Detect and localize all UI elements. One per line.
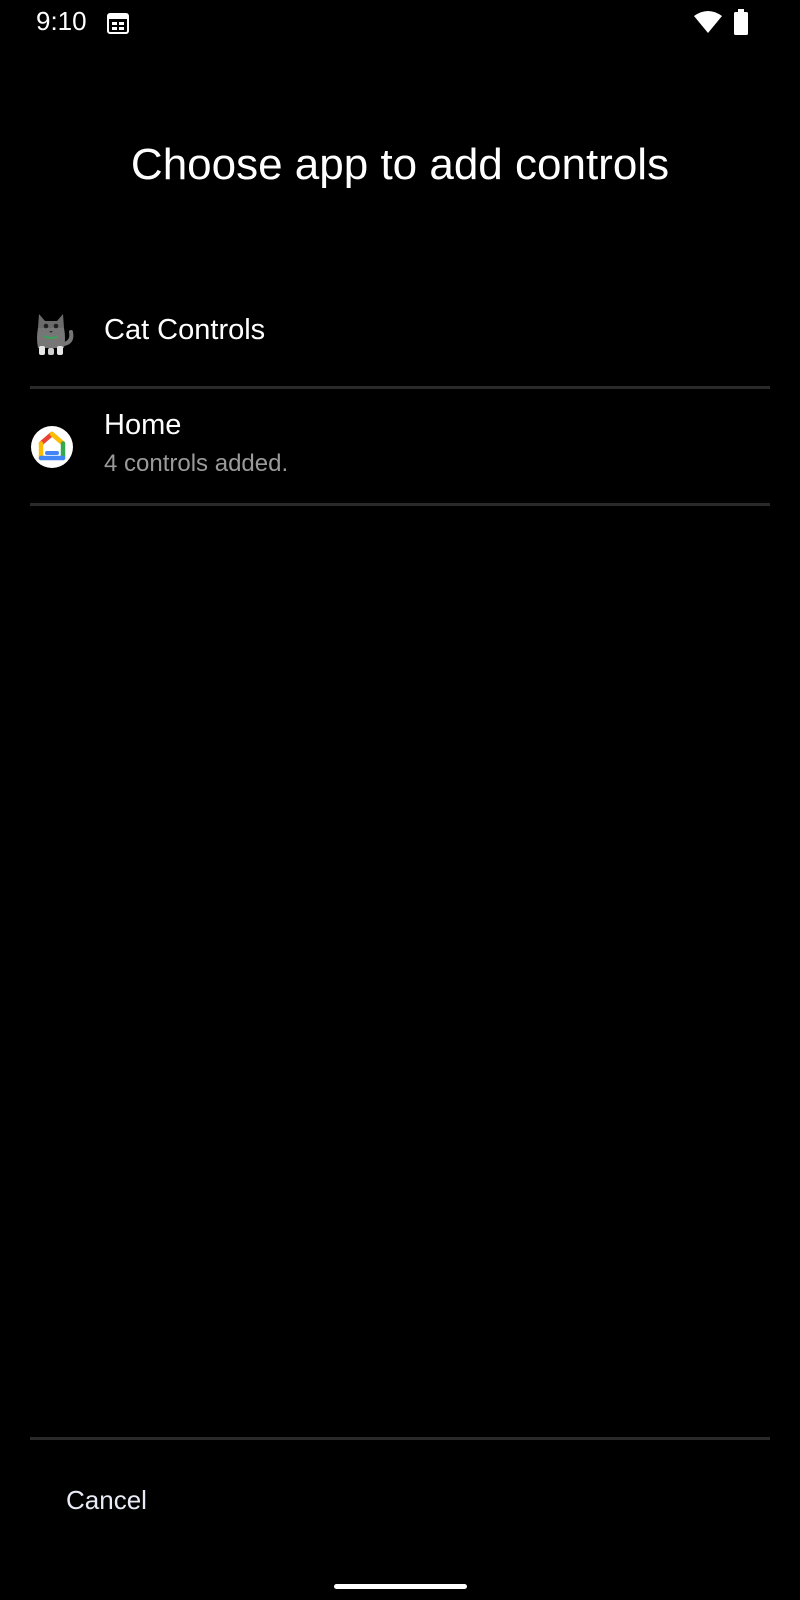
cancel-button[interactable]: Cancel (52, 1478, 161, 1522)
gesture-home-indicator[interactable] (334, 1584, 467, 1589)
app-item-cat-controls[interactable]: Cat Controls (30, 286, 770, 389)
app-name: Home (104, 409, 182, 441)
app-name: Cat Controls (104, 314, 266, 346)
app-subtitle: 4 controls added. (104, 450, 289, 477)
app-item-home[interactable]: Home 4 controls added. (30, 389, 770, 506)
google-home-icon (31, 426, 73, 468)
wifi-icon (694, 11, 722, 33)
status-time: 9:10 (36, 6, 87, 36)
battery-icon (734, 9, 748, 35)
calendar-icon (107, 13, 129, 34)
status-bar: 9:10 (0, 0, 800, 44)
app-list: Cat Controls Home 4 controls added. (30, 286, 770, 506)
footer-divider (30, 1437, 770, 1440)
page-title: Choose app to add controls (130, 140, 670, 189)
cat-icon (37, 314, 74, 355)
